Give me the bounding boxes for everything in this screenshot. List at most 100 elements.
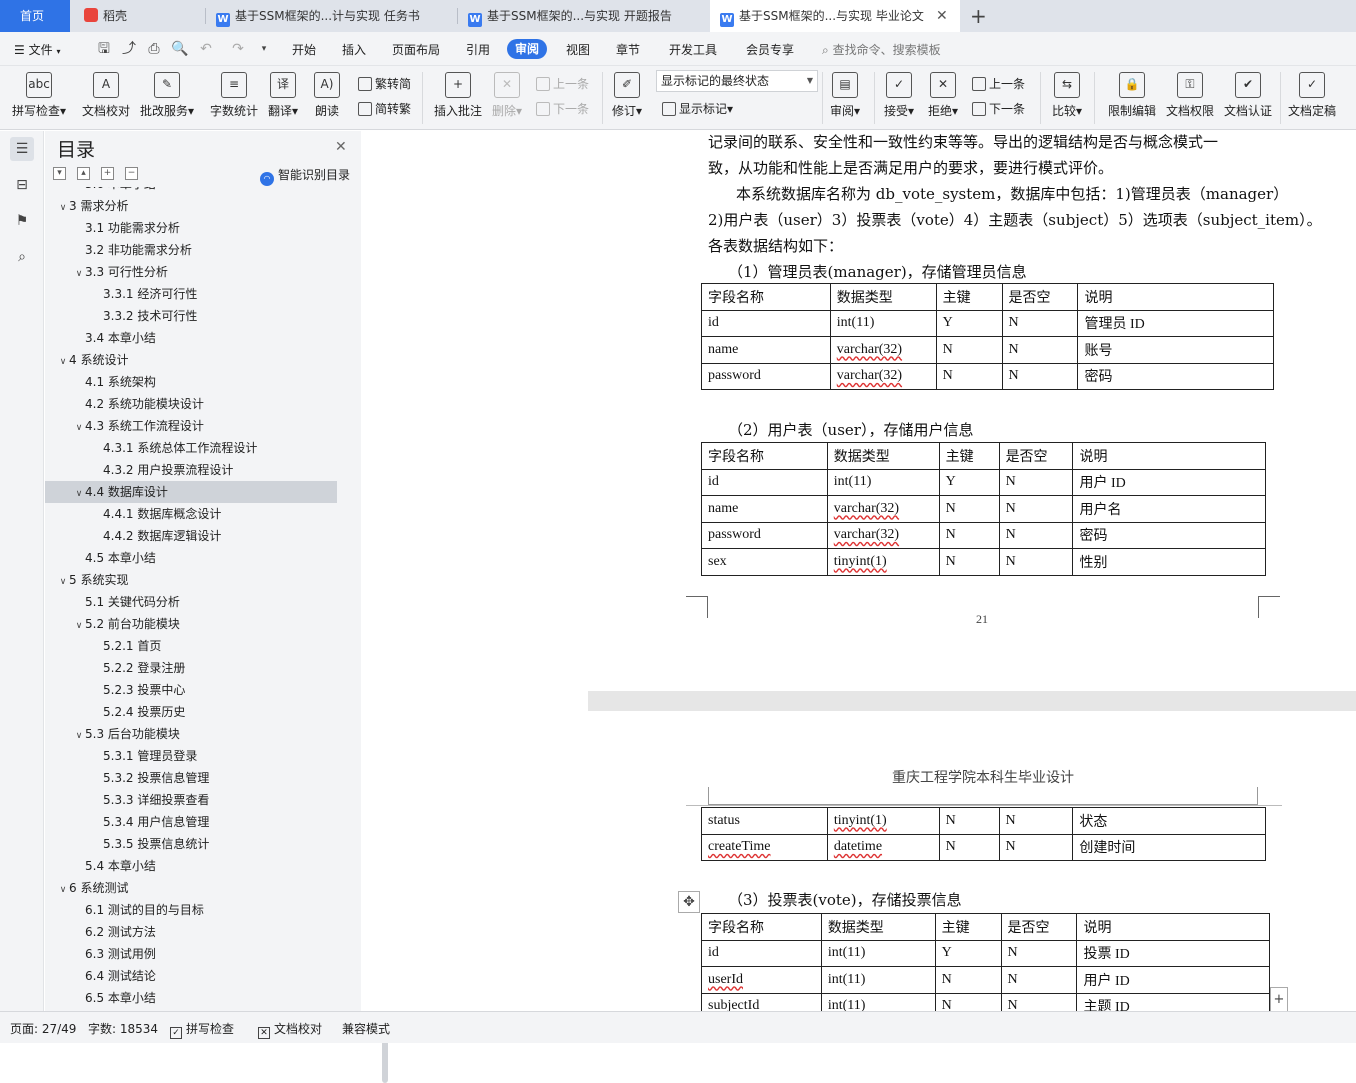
toc-item[interactable]: 5.2.3 投票中心 [45,679,337,701]
toc-item[interactable]: 6.1 测试的目的与目标 [45,899,337,921]
toc-item[interactable]: 3.3.1 经济可行性 [45,283,337,305]
table-cell[interactable]: datetime [826,833,940,861]
table-cell[interactable]: 性别 [1072,548,1266,576]
table-cell[interactable]: int(11) [829,309,937,337]
table-cell[interactable]: createTime [701,833,828,861]
delete-comment-button[interactable]: ✕ 删除▾ [492,72,522,119]
undo-icon[interactable]: ↶ [198,41,214,57]
table-cell[interactable]: N [998,807,1074,835]
toc-item[interactable]: 5.2.1 首页 [45,635,337,657]
table-cell[interactable]: N [938,807,1000,835]
toc-item[interactable]: 5.3.5 投票信息统计 [45,833,337,855]
command-search[interactable]: ⌕ 查找命令、搜索模板 [822,40,941,60]
status-spell-check[interactable]: ✓ 拼写检查 [170,1020,234,1039]
toc-item[interactable]: ∨ 6 系统测试 [45,877,337,899]
doc-certify-button[interactable]: ✔ 文档认证 [1224,72,1272,119]
manager-table[interactable]: 字段名称 数据类型 主键 是否空 说明 id int(11) Y N 管理员 ID name varc… [701,283,1274,390]
table-cell[interactable]: N [934,966,1002,994]
toc-item[interactable]: ∨ 3.3 可行性分析 [45,261,337,283]
file-menu[interactable]: ☰ 文件 ▾ [14,40,60,60]
tab-task-book[interactable]: W 基于SSM框架的...计与实现 任务书 [206,0,456,32]
menu-member[interactable]: 会员专享 [746,40,794,60]
table-cell[interactable]: 状态 [1072,807,1266,835]
toc-item[interactable]: 6.3 测试用例 [45,943,337,965]
table-cell[interactable]: 密码 [1077,362,1274,390]
table-cell[interactable]: id [701,468,828,496]
table-cell[interactable]: N [998,468,1074,496]
tab-docer[interactable]: 稻壳 [74,0,204,32]
page-indicator[interactable]: 页面: 27/49 [10,1020,76,1037]
show-markup-button[interactable]: 显示标记▾ [662,99,733,119]
save-icon[interactable]: 🖫 [96,41,112,57]
toc-item[interactable]: ∨ 4.4 数据库设计 [45,481,337,503]
chevron-down-icon[interactable]: ∨ [73,263,85,285]
next-change-button[interactable]: 下一条 [972,99,1025,119]
table-header-cell[interactable]: 是否空 [1000,913,1078,941]
chevron-down-icon[interactable]: ∨ [57,351,69,373]
table-cell[interactable]: 账号 [1077,336,1274,364]
table-cell[interactable]: tinyint(1) [826,807,940,835]
table-cell[interactable]: N [1001,362,1079,390]
table-header-cell[interactable]: 说明 [1077,283,1274,311]
toc-item[interactable]: 4.3.1 系统总体工作流程设计 [45,437,337,459]
table-cell[interactable]: N [998,548,1074,576]
toc-panel-icon[interactable]: ☰ [10,137,34,161]
toc-item[interactable]: 4.1 系统架构 [45,371,337,393]
table-cell[interactable]: 用户 ID [1072,468,1266,496]
table-cell[interactable]: N [1000,966,1078,994]
insert-comment-button[interactable]: + 插入批注 [434,72,482,119]
chevron-down-icon[interactable]: ∨ [73,417,85,439]
chevron-down-icon[interactable]: ∨ [73,725,85,747]
compare-button[interactable]: ⇆ 比较▾ [1052,72,1082,119]
batch-service-button[interactable]: ✎ 批改服务▾ [140,72,194,119]
word-count-indicator[interactable]: 字数: 18534 [88,1020,158,1037]
prev-change-button[interactable]: 上一条 [972,74,1025,94]
translate-button[interactable]: 译翻译▾ [268,72,298,119]
table-cell[interactable]: int(11) [820,966,936,994]
toc-item[interactable]: 5.1 关键代码分析 [45,591,337,613]
table-cell[interactable]: password [701,521,828,549]
table-cell[interactable]: varchar(32) [826,521,940,549]
table-header-cell[interactable]: 主键 [934,913,1002,941]
find-icon[interactable]: ⌕ [10,245,34,269]
table-cell[interactable]: password [701,362,831,390]
table-header-cell[interactable]: 说明 [1076,913,1270,941]
table-cell[interactable]: 密码 [1072,521,1266,549]
toc-item[interactable]: ∨ 3 需求分析 [45,195,337,217]
toc-item[interactable]: ∨ 5.2 前台功能模块 [45,613,337,635]
trad-to-simp-button[interactable]: 繁转简 [358,74,411,94]
chevron-down-icon[interactable]: ∨ [57,571,69,593]
print-preview-icon[interactable]: 🔍 [171,41,188,57]
menu-review[interactable]: 审阅 [507,39,548,59]
toc-item[interactable]: 5.2.4 投票历史 [45,701,337,723]
expand-all-icon[interactable]: + [101,167,114,180]
table-cell[interactable]: name [701,495,828,523]
table-cell[interactable]: id [701,309,831,337]
table-cell[interactable]: N [1001,336,1079,364]
user-table[interactable]: 字段名称 数据类型 主键 是否空 说明 id int(11) Y N 用户 ID name varch… [701,442,1266,576]
display-mode-select[interactable]: 显示标记的最终状态 ▼ [656,70,818,92]
chevron-down-icon[interactable]: ∨ [57,879,69,901]
table-cell[interactable]: id [701,939,822,967]
toc-item[interactable]: 5.3.1 管理员登录 [45,745,337,767]
review-pane-button[interactable]: ▤ 审阅▾ [830,72,860,119]
table-cell[interactable]: tinyint(1) [826,548,940,576]
table-cell[interactable]: N [998,521,1074,549]
document-view[interactable]: 记录间的联系、安全性和一致性约束等等。导出的逻辑结构是否与概念模式一 致，从功能… [588,131,1356,1011]
menu-start[interactable]: 开始 [292,40,316,60]
vote-table[interactable]: 字段名称 数据类型 主键 是否空 说明 id int(11) Y N 投票 ID userId int… [701,913,1270,1011]
table-cell[interactable]: N [938,495,1000,523]
redo-icon[interactable]: ↷ [230,41,246,57]
table-header-cell[interactable]: 字段名称 [701,283,831,311]
table-cell[interactable]: Y [935,309,1003,337]
add-column-icon[interactable]: + [1270,987,1288,1011]
smart-toc-button[interactable]: ◠ 智能识别目录 [260,166,350,186]
close-tab-icon[interactable]: ✕ [936,0,948,32]
table-cell[interactable]: varchar(32) [829,362,937,390]
table-cell[interactable]: N [935,362,1003,390]
table-cell[interactable]: subjectId [701,992,822,1011]
table-cell[interactable]: sex [701,548,828,576]
table-cell[interactable]: int(11) [826,468,940,496]
toc-item[interactable]: ∨ 5.3 后台功能模块 [45,723,337,745]
toc-item[interactable]: 4.4.1 数据库概念设计 [45,503,337,525]
